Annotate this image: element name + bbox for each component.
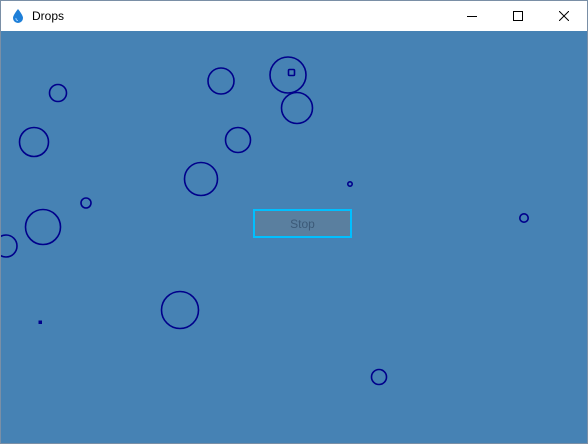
drop (183, 161, 219, 197)
drop (1, 234, 18, 258)
drop (207, 67, 235, 95)
minimize-button[interactable] (449, 1, 495, 31)
drop (18, 126, 50, 158)
drop (518, 213, 529, 224)
drop (24, 208, 62, 246)
drops-canvas[interactable]: Stop (1, 31, 587, 443)
window-title: Drops (32, 9, 65, 23)
maximize-button[interactable] (495, 1, 541, 31)
minimize-icon (467, 16, 477, 17)
close-icon (559, 11, 569, 21)
drop (38, 320, 42, 324)
close-button[interactable] (541, 1, 587, 31)
drop (48, 83, 68, 103)
caption-buttons (449, 1, 587, 31)
stop-button[interactable]: Stop (253, 209, 352, 238)
drop (280, 91, 314, 125)
water-drop-icon (10, 8, 26, 24)
drop (80, 197, 92, 209)
drop (346, 181, 353, 188)
drops-window: Drops Stop (0, 0, 588, 444)
title-bar[interactable]: Drops (1, 1, 587, 31)
drop (224, 126, 252, 154)
drop (370, 368, 388, 386)
maximize-icon (513, 11, 523, 21)
drop (160, 290, 200, 330)
drop (287, 68, 296, 77)
